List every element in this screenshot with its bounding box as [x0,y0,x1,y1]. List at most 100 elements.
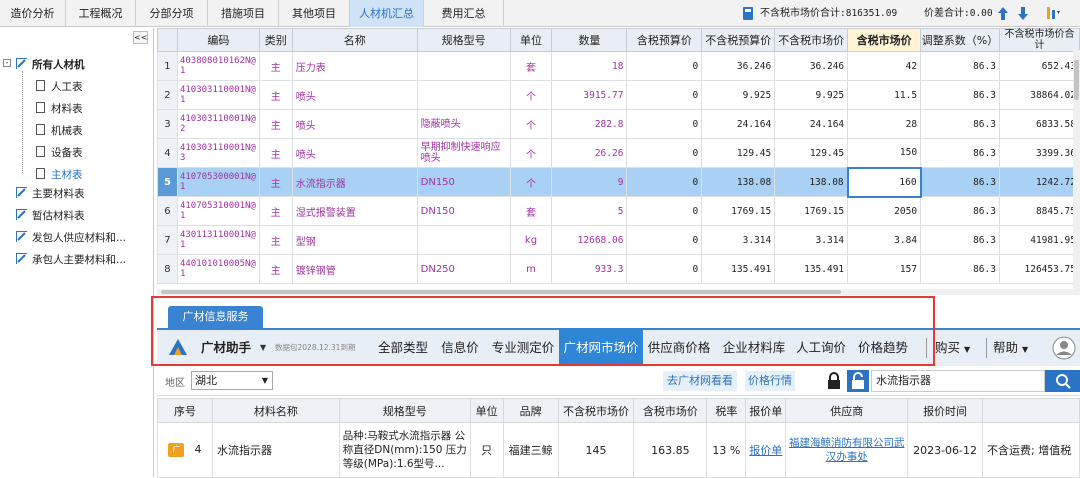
cell-total[interactable]: 126453.75 [998,254,1080,284]
row-number[interactable]: 5 [157,167,178,197]
cell-tax-market[interactable]: 28 [847,109,922,139]
search-input[interactable]: 水流指示器 [871,370,1045,392]
cell-notax-market[interactable]: 3.314 [774,225,849,255]
cell-name[interactable]: 水流指示器 [291,167,418,197]
result-col-header[interactable]: 报价时间 [907,398,984,423]
cell-notax-market[interactable]: 1769.15 [774,196,849,226]
svc-all-types[interactable]: 全部类型 [373,330,433,366]
cell-name[interactable]: 喷头 [291,80,418,110]
cell-code[interactable]: 403808010162N@1 [176,51,260,81]
cell-spec[interactable]: DN250 [416,254,511,284]
cell-notax-budget[interactable]: 24.164 [701,109,776,139]
cell-total[interactable]: 8845.75 [998,196,1080,226]
cell-unit[interactable]: 个 [509,80,553,110]
tree-item-main-material[interactable]: 主材表 [51,167,83,182]
result-col-header[interactable] [982,398,1080,423]
cell-tax-budget[interactable]: 0 [626,225,703,255]
cell-qty[interactable]: 933.3 [551,254,628,284]
row-number[interactable]: 7 [157,225,178,255]
cell-unit[interactable]: kg [509,225,553,255]
col-header-notax-budget[interactable]: 不含税预算价 [701,28,776,52]
cell-name[interactable]: 压力表 [291,51,418,81]
cell-name[interactable]: 喷头 [291,138,418,168]
row-number[interactable]: 2 [157,80,178,110]
cell-code[interactable]: 410303110001N@1 [176,80,260,110]
cell-type[interactable]: 主 [258,254,293,284]
vertical-scrollbar[interactable] [1073,50,1080,289]
svc-supplier-price[interactable]: 供应商价格 [644,330,714,366]
cell-code[interactable]: 410705310001N@1 [176,196,260,226]
tree-item-all[interactable]: 所有人材机 [32,57,85,72]
result-row[interactable]: 广 4 水流指示器 品种:马鞍式水流指示器 公称直径DN(mm):150 压力等级(M… [157,422,1080,478]
goto-gcw-button[interactable]: 去广材网看看 [663,371,737,391]
cell-tax-budget[interactable]: 0 [626,196,703,226]
svc-market-price[interactable]: 广材网市场价 [559,330,643,366]
cell-coef[interactable]: 86.3 [920,225,1000,255]
cell-spec[interactable]: DN150 [416,196,511,226]
cell-unit[interactable]: 个 [509,138,553,168]
col-header-code[interactable]: 编码 [176,28,260,52]
service-tab[interactable]: 广材信息服务 [168,306,263,328]
cell-coef[interactable]: 86.3 [920,138,1000,168]
cell-notax-market[interactable]: 135.491 [774,254,849,284]
tree-item-material[interactable]: 材料表 [51,101,83,116]
cell-spec[interactable] [416,80,511,110]
table-row[interactable]: 5 410705300001N@1 主水流指示器 DN150 个 9 0 138.08 138.… [157,166,1080,198]
col-header-name[interactable]: 名称 [291,28,418,52]
svc-info-price[interactable]: 信息价 [436,330,484,366]
cell-unit[interactable]: 个 [509,109,553,139]
tree-expander-icon[interactable]: - [3,59,11,67]
cell-notax-market[interactable]: 138.08 [774,167,849,197]
cell-notax-market[interactable]: 9.925 [774,80,849,110]
cell-name[interactable]: 喷头 [291,109,418,139]
scroll-thumb[interactable] [161,290,841,294]
cell-coef[interactable]: 86.3 [920,254,1000,284]
cell-name[interactable]: 湿式报警装置 [291,196,418,226]
cell-tax-budget[interactable]: 0 [626,138,703,168]
cell-code[interactable]: 430113110001N@1 [176,225,260,255]
arrow-up-icon[interactable] [997,6,1009,21]
cell-coef[interactable]: 86.3 [920,196,1000,226]
table-row[interactable]: 2 410303110001N@1 主喷头个 3915.77 0 9.925 9.925 11… [157,80,1080,110]
cell-unit[interactable]: 套 [509,51,553,81]
result-col-header[interactable]: 含税市场价 [633,398,708,423]
result-col-header[interactable]: 税率 [706,398,747,423]
cell-tax-market[interactable]: 11.5 [847,80,922,110]
cell-total[interactable]: 3399.36 [998,138,1080,168]
cell-tax-budget[interactable]: 0 [626,80,703,110]
buy-menu[interactable]: 购买 ▼ [935,330,970,366]
cell-coef[interactable]: 86.3 [920,51,1000,81]
cell-tax-market[interactable]: 160 [846,166,922,198]
table-row[interactable]: 7 430113110001N@1 主型钢 kg 12668.06 0 3.314 3.314… [157,225,1080,255]
cell-qty[interactable]: 12668.06 [551,225,628,255]
cell-total[interactable]: 38864.02 [998,80,1080,110]
cell-tax-market[interactable]: 150 [847,138,922,168]
row-number[interactable]: 1 [157,51,178,81]
help-menu[interactable]: 帮助 ▼ [993,330,1028,366]
cell-type[interactable]: 主 [258,80,293,110]
svc-enterprise-lib[interactable]: 企业材料库 [718,330,790,366]
tree-item-owner-supplied[interactable]: 发包人供应材料和... [32,230,126,245]
tab-material-summary[interactable]: 人材机汇总 [350,0,424,27]
price-quote-button[interactable]: 价格行情 [745,371,795,391]
assistant-menu[interactable]: 广材助手 [201,330,251,366]
cell-tax-market[interactable]: 42 [847,51,922,81]
row-number[interactable]: 3 [157,109,178,139]
table-row[interactable]: 3 410303110001N@2 主喷头 隐蔽喷头个 282.8 0 24.164 24.1… [157,109,1080,139]
cell-type[interactable]: 主 [258,196,293,226]
cell-spec[interactable] [416,51,511,81]
tree-item-major-material[interactable]: 主要材料表 [32,186,85,201]
col-header-total[interactable]: 不含税市场价合计 [998,28,1080,52]
cell-notax-budget[interactable]: 129.45 [701,138,776,168]
cell-tax-budget[interactable]: 0 [626,254,703,284]
cell-notax-budget[interactable]: 138.08 [701,167,776,197]
col-header[interactable] [157,28,178,52]
cell-spec[interactable]: 早期抑制快速响应喷头 [416,138,511,168]
tree-item-contractor-material[interactable]: 承包人主要材料和... [32,252,126,267]
svc-labor-inquiry[interactable]: 人工询价 [793,330,849,366]
cell-tax-budget[interactable]: 0 [626,51,703,81]
cell-type[interactable]: 主 [258,51,293,81]
cell-notax-market[interactable]: 129.45 [774,138,849,168]
filter-settings-icon[interactable] [1045,5,1061,21]
result-col-header[interactable]: 规格型号 [338,398,471,423]
